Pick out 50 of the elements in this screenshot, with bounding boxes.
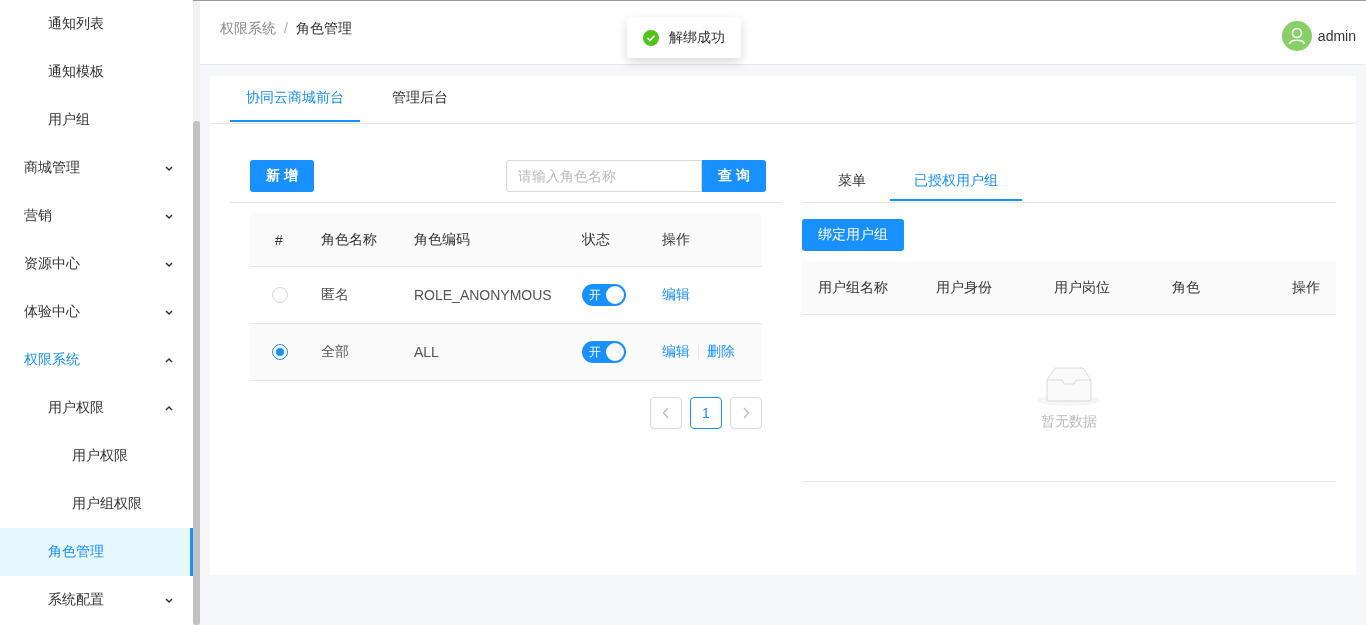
- chevron-icon: [164, 355, 174, 365]
- sidebar-item[interactable]: 体验中心: [0, 288, 193, 336]
- column-header: 状态: [582, 230, 611, 249]
- chevron-icon: [164, 307, 174, 317]
- empty-text: 暂无数据: [1041, 412, 1097, 431]
- column-header: 角色: [1172, 278, 1201, 297]
- chevron-icon: [164, 595, 174, 605]
- prev-page-button[interactable]: [650, 397, 682, 429]
- sidebar-item[interactable]: 通知模板: [0, 48, 193, 96]
- sidebar-item[interactable]: 用户组: [0, 96, 193, 144]
- column-header: 操作: [1292, 278, 1320, 297]
- table-cell-text: 全部: [321, 343, 350, 361]
- avatar-icon[interactable]: [1281, 21, 1312, 51]
- column-header: 用户身份: [936, 278, 993, 297]
- column-header: 操作: [662, 230, 691, 249]
- column-header: 用户岗位: [1054, 278, 1111, 297]
- sidebar-item[interactable]: 用户权限: [0, 384, 193, 432]
- chevron-icon: [164, 259, 174, 269]
- tab[interactable]: 管理后台: [376, 76, 464, 122]
- sidebar-item[interactable]: 通知列表: [0, 0, 193, 48]
- sidebar-item[interactable]: 资源中心: [0, 240, 193, 288]
- chevron-left-icon: [662, 407, 670, 419]
- sidebar-item[interactable]: 营销: [0, 192, 193, 240]
- empty-inbox-icon: [1037, 365, 1101, 407]
- table-cell-text: ALL: [414, 344, 440, 360]
- toast-text: 解绑成功: [669, 28, 725, 47]
- chevron-right-icon: [742, 407, 750, 419]
- table-cell-text: 匿名: [321, 286, 350, 304]
- sidebar-item[interactable]: 用户组权限: [0, 480, 193, 528]
- table-cell-text: ROLE_ANONYMOUS: [414, 287, 553, 303]
- search-field[interactable]: 请输入角色名称: [506, 160, 703, 192]
- column-header: #: [274, 231, 284, 248]
- sidebar-item[interactable]: 用户权限: [0, 432, 193, 480]
- column-header: 角色编码: [414, 230, 471, 249]
- column-header: 角色名称: [321, 230, 378, 249]
- sidebar-item[interactable]: 系统配置: [0, 576, 193, 624]
- next-page-button[interactable]: [730, 397, 762, 429]
- chevron-icon: [164, 403, 174, 413]
- breadcrumb-item: 角色管理: [295, 20, 352, 38]
- username[interactable]: admin: [1317, 28, 1356, 44]
- chevron-icon: [164, 163, 174, 173]
- breadcrumb-separator: /: [284, 20, 288, 38]
- column-header: 用户组名称: [818, 278, 889, 297]
- breadcrumb-item[interactable]: 权限系统: [220, 20, 276, 38]
- scrollbar-thumb[interactable]: [193, 121, 200, 625]
- table-row[interactable]: 全部 ALL 开 编辑 删除: [250, 324, 762, 381]
- chevron-icon: [164, 211, 174, 221]
- tab[interactable]: 菜单: [814, 162, 890, 201]
- check-circle-icon: [643, 29, 659, 46]
- sidebar-item[interactable]: 商城管理: [0, 144, 193, 192]
